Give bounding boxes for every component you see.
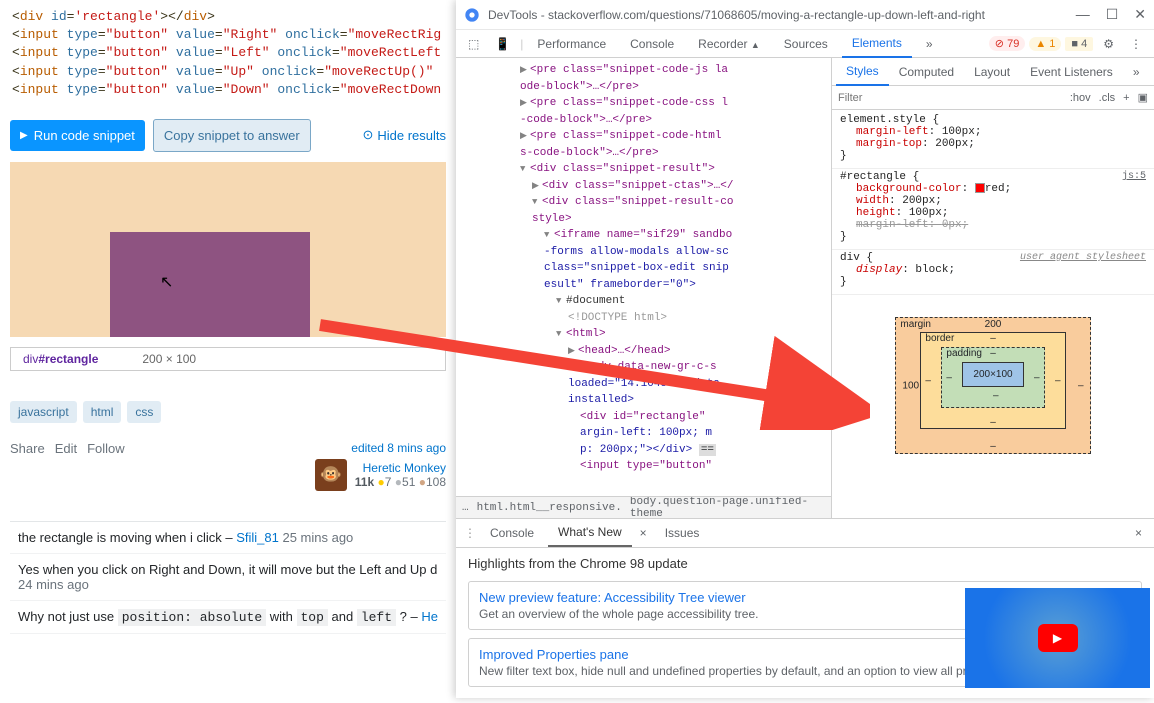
avatar: 🐵 [315,459,347,491]
hov-toggle[interactable]: :hov [1070,92,1091,104]
styles-tab-layout[interactable]: Layout [964,59,1020,85]
devtools-toolbar: ⬚ 📱 | Performance Console Recorder ▲ Sou… [456,30,1154,58]
new-rule-button[interactable]: + [1123,92,1129,104]
user-reputation: 11k 7 51 108 [355,475,446,489]
drawer-drag-icon[interactable]: ⋮ [464,526,476,540]
elements-panel[interactable]: <pre class="snippet-code-js la ode-block… [456,58,832,518]
post-actions: Share Edit Follow edited 8 mins ago 🐵 He… [10,441,446,491]
styles-tabs: Styles Computed Layout Event Listeners » [832,58,1154,86]
close-drawer-icon[interactable]: × [1131,526,1146,540]
drawer-tab-whatsnew[interactable]: What's New [548,519,632,547]
code-snippet-html: <div id='rectangle'></div> <input type="… [0,0,456,107]
edited-link[interactable]: edited 8 mins ago [315,441,446,455]
comment: the rectangle is moving when i click – S… [10,522,446,554]
comments-list: the rectangle is moving when i click – S… [10,521,446,634]
cls-toggle[interactable]: .cls [1099,92,1116,104]
whats-new-heading: Highlights from the Chrome 98 update [468,556,1142,571]
styles-filter-input[interactable] [838,92,1062,104]
errors-badge[interactable]: ⊘ 79 [989,36,1026,51]
snippet-result: ↖ [10,162,446,337]
tab-console[interactable]: Console [620,31,684,57]
tab-sources[interactable]: Sources [774,31,838,57]
tab-performance[interactable]: Performance [527,31,616,57]
close-tab-icon[interactable]: × [636,526,651,540]
close-button[interactable]: ✕ [1134,6,1146,23]
copy-snippet-button[interactable]: Copy snippet to answer [153,119,311,152]
inspector-crumb: div#rectangle [11,348,110,370]
window-title: DevTools - stackoverflow.com/questions/7… [488,8,1076,22]
settings-icon[interactable]: ⚙ [1097,33,1120,55]
styles-tab-computed[interactable]: Computed [889,59,964,85]
comment-author[interactable]: He [421,609,438,624]
devtools-titlebar[interactable]: DevTools - stackoverflow.com/questions/7… [456,0,1154,30]
styles-filter-bar: :hov .cls + ▣ [832,86,1154,110]
maximize-button[interactable]: ☐ [1106,6,1119,23]
styles-tab-listeners[interactable]: Event Listeners [1020,59,1123,85]
tag-html[interactable]: html [83,401,122,423]
tab-recorder[interactable]: Recorder ▲ [688,31,770,57]
run-code-button[interactable]: Run code snippet [10,120,145,151]
cursor-icon: ↖ [160,272,173,292]
drawer-tab-issues[interactable]: Issues [655,520,710,546]
console-drawer-tabs: ⋮ Console What's New × Issues × [456,518,1154,548]
elements-breadcrumb[interactable]: … html.html__responsive. body.question-p… [456,496,831,518]
source-link[interactable]: js:5 [1122,171,1146,182]
element-inspector-tooltip: div#rectangle 200 × 100 [10,347,446,371]
snippet-controls: Run code snippet Copy snippet to answer … [10,119,446,152]
messages-badge[interactable]: ■ 4 [1065,37,1093,51]
tag-javascript[interactable]: javascript [10,401,77,423]
inspect-icon[interactable]: ⬚ [462,33,485,55]
tags-list: javascript html css [10,401,446,423]
follow-link[interactable]: Follow [87,441,125,491]
drawer-tab-console[interactable]: Console [480,520,544,546]
user-name[interactable]: Heretic Monkey [355,461,446,475]
share-link[interactable]: Share [10,441,45,491]
styles-rules[interactable]: element.style { margin-left: 100px; marg… [832,110,1154,297]
play-icon [1038,624,1078,652]
sidebar-toggle-icon[interactable]: ▣ [1138,91,1148,104]
more-icon[interactable]: ⋮ [1124,33,1148,55]
warnings-badge[interactable]: ▲ 1 [1029,37,1061,51]
inspector-dims: 200 × 100 [130,348,208,370]
hide-results-button[interactable]: Hide results [362,127,446,143]
rectangle-element[interactable] [110,232,310,337]
tabs-more[interactable]: » [916,31,943,57]
comment: Why not just use position: absolute with… [10,601,446,634]
user-card[interactable]: 🐵 Heretic Monkey 11k 7 51 108 [315,459,446,491]
video-thumbnail[interactable] [965,588,1150,688]
devtools-window: DevTools - stackoverflow.com/questions/7… [456,0,1154,698]
device-icon[interactable]: 📱 [489,33,516,55]
styles-tabs-more[interactable]: » [1123,59,1150,85]
tab-elements[interactable]: Elements [842,30,912,58]
styles-tab-styles[interactable]: Styles [836,58,889,86]
stackoverflow-page: <div id='rectangle'></div> <input type="… [0,0,456,698]
minimize-button[interactable]: — [1076,6,1090,23]
styles-panel: Styles Computed Layout Event Listeners »… [832,58,1154,518]
chrome-icon [464,7,480,23]
box-model[interactable]: margin 200 – – 100 border – – – – paddin… [832,297,1154,474]
comment-author[interactable]: Sfili_81 [236,530,279,545]
tag-css[interactable]: css [127,401,161,423]
edit-link[interactable]: Edit [55,441,77,491]
comment: Yes when you click on Right and Down, it… [10,554,446,601]
